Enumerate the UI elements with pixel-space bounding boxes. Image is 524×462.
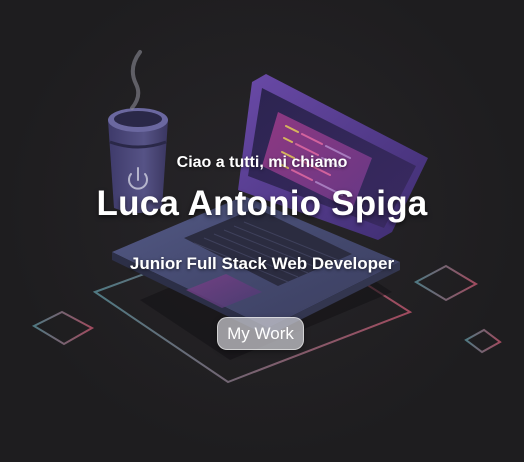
developer-name: Luca Antonio Spiga (96, 184, 428, 223)
hero-section: Ciao a tutti, mi chiamo Luca Antonio Spi… (0, 0, 524, 462)
greeting-text: Ciao a tutti, mi chiamo (176, 154, 348, 171)
hero-content: Ciao a tutti, mi chiamo Luca Antonio Spi… (0, 0, 524, 462)
job-title: Junior Full Stack Web Developer (129, 254, 395, 273)
my-work-button[interactable]: My Work (217, 317, 304, 350)
